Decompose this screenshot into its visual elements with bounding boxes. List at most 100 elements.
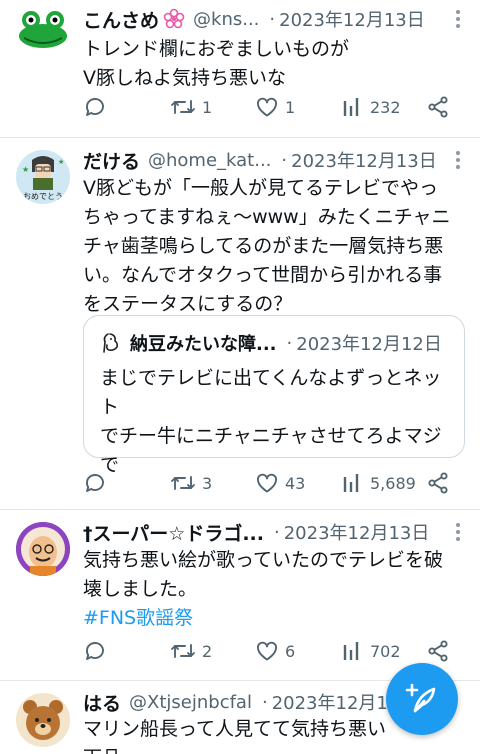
share-icon [428,96,448,118]
retweet-button[interactable]: 1 [170,95,212,119]
tweet-date[interactable]: 2023年12月13日 [279,6,425,32]
views-icon [343,474,359,492]
reply-button[interactable] [83,95,113,119]
quoted-tweet-text: まじでテレビに出てくんなよずっとネット でチー牛にニチャニチャさせてろよマジ で [100,364,450,480]
like-button[interactable]: 1 [255,95,295,119]
views-button[interactable]: 702 [342,639,401,663]
more-icon[interactable] [446,146,470,174]
daker-avatar-image: ★ ★ おめでとう [16,150,70,204]
tweet-2[interactable]: ★ ★ おめでとう だける @home_kat... · 2023年12月13日… [0,138,480,510]
share-icon [428,640,448,662]
separator-dot: · [286,332,293,354]
avatar-caption: おめでとう [23,192,63,201]
views-icon [343,98,359,116]
tweet-line: 気持ち悪い絵が歌っていたのでテレビを破 [83,549,444,571]
views-icon [343,642,359,660]
share-button[interactable] [426,639,450,663]
views-count: 232 [370,97,401,117]
tweet-line: チャ歯茎鳴らしてるのがまた一層気持ち悪 [83,235,444,257]
tweet-date[interactable]: 2023年12月13日 [291,147,437,173]
tweet-date[interactable]: 2023年12月1 [272,689,388,715]
reply-icon [86,98,104,116]
svg-text:★: ★ [58,158,64,166]
author-handle[interactable]: @home_kat... [148,150,271,171]
quoted-tweet-date: 2023年12月12日 [296,334,442,355]
separator-dot: · [281,149,288,171]
tweet-line: 壊しました。 [83,578,198,600]
tweet-line: い。なんでオタクって世間から引かれる事 [83,264,443,286]
like-count: 6 [285,641,296,661]
retweet-button[interactable]: 2 [170,639,212,663]
retweet-icon [171,644,195,658]
quoted-author-name: 納豆みたいな障... [130,334,277,355]
dragon-avatar-image [16,522,70,576]
retweet-icon [171,476,195,490]
retweet-count: 3 [202,473,213,493]
quoted-author-avatar [100,331,122,355]
like-count: 1 [285,97,296,117]
author-name[interactable]: こんさめ [83,6,159,33]
quoted-line: まじでテレビに出てくんなよずっとネット [100,367,442,418]
tweet-line: V豚どもが「一般人が見てるテレビでやっ [83,177,438,199]
compose-button[interactable] [386,663,458,735]
views-button[interactable]: 232 [342,95,401,119]
retweet-icon [171,100,195,114]
like-icon [257,641,277,661]
separator-dot: · [274,521,280,543]
like-button[interactable]: 6 [255,639,295,663]
reply-icon [86,474,104,492]
tweet-date[interactable]: 2023年12月13日 [284,519,430,545]
views-count: 702 [370,641,401,661]
reply-button[interactable] [83,639,113,663]
views-button[interactable]: 5,689 [342,471,416,495]
like-button[interactable]: 43 [255,471,305,495]
tweet-line: V豚しねよ気持ち悪いな [83,67,286,89]
author-name[interactable]: だける [83,147,140,174]
author-handle[interactable]: @kns... [193,9,259,30]
views-count: 5,689 [370,473,416,493]
tweet-text: V豚どもが「一般人が見てるテレビでやっ ちゃってますねぇ〜www」みたくニチャニ… [83,174,468,319]
tweet-actions: 2 6 702 [83,639,453,669]
quoted-line: でチー牛にニチャニチャさせてろよマジ [100,425,442,447]
frog-avatar-image [19,11,67,48]
share-icon [428,472,448,494]
author-name[interactable]: はる [83,689,121,716]
author-name[interactable]: †スーパー☆ドラゴ... [83,519,264,546]
tweet-text: トレンド欄におぞましいものが V豚しねよ気持ち悪いな [83,35,468,93]
retweet-count: 1 [202,97,213,117]
reply-button[interactable] [83,471,113,495]
retweet-button[interactable]: 3 [170,471,212,495]
share-button[interactable] [426,471,450,495]
like-icon [257,473,277,493]
tweet-1-header: こんさめ @kns... · 2023年12月13日 [83,5,466,33]
tweet-line: ちゃってますねぇ〜www」みたくニチャニ [83,206,451,228]
bear-avatar-image [16,693,70,747]
avatar-frog[interactable] [16,4,70,58]
tweet-text: 気持ち悪い絵が歌っていたのでテレビを破 壊しました。 #FNS歌謡祭 [83,546,468,633]
tweet-1[interactable]: こんさめ @kns... · 2023年12月13日 トレンド欄におぞましいもの… [0,0,480,138]
pink-flower-icon [163,8,185,30]
avatar-bear[interactable] [16,693,70,747]
tweet-3[interactable]: †スーパー☆ドラゴ... · 2023年12月13日 気持ち悪い絵が歌っていたの… [0,510,480,681]
tweet-actions: 1 1 232 [83,95,453,125]
retweet-count: 2 [202,641,213,661]
more-icon[interactable] [446,518,470,546]
author-handle[interactable]: @Xtjsejnbcfal [129,692,252,713]
hashtag-link[interactable]: #FNS歌謡祭 [83,604,468,633]
compose-icon [405,683,436,713]
share-button[interactable] [426,95,450,119]
more-icon[interactable] [446,5,470,33]
tweet-3-header: †スーパー☆ドラゴ... · 2023年12月13日 [83,518,466,546]
avatar-dragon[interactable] [16,522,70,576]
tweet-2-header: だける @home_kat... · 2023年12月13日 [83,146,466,174]
svg-text:★: ★ [22,165,29,174]
like-icon [257,97,277,117]
reply-icon [86,642,104,660]
like-count: 43 [285,473,306,493]
separator-dot: · [261,691,268,713]
avatar-daker[interactable]: ★ ★ おめでとう [16,150,70,204]
quoted-tweet-header: 納豆みたいな障... · 2023年12月12日 [100,330,442,356]
tweet-line: トレンド欄におぞましいものが [83,38,350,60]
separator-dot: · [269,8,276,30]
quoted-tweet[interactable]: 納豆みたいな障... · 2023年12月12日 まじでテレビに出てくんなよずっ… [83,315,465,476]
